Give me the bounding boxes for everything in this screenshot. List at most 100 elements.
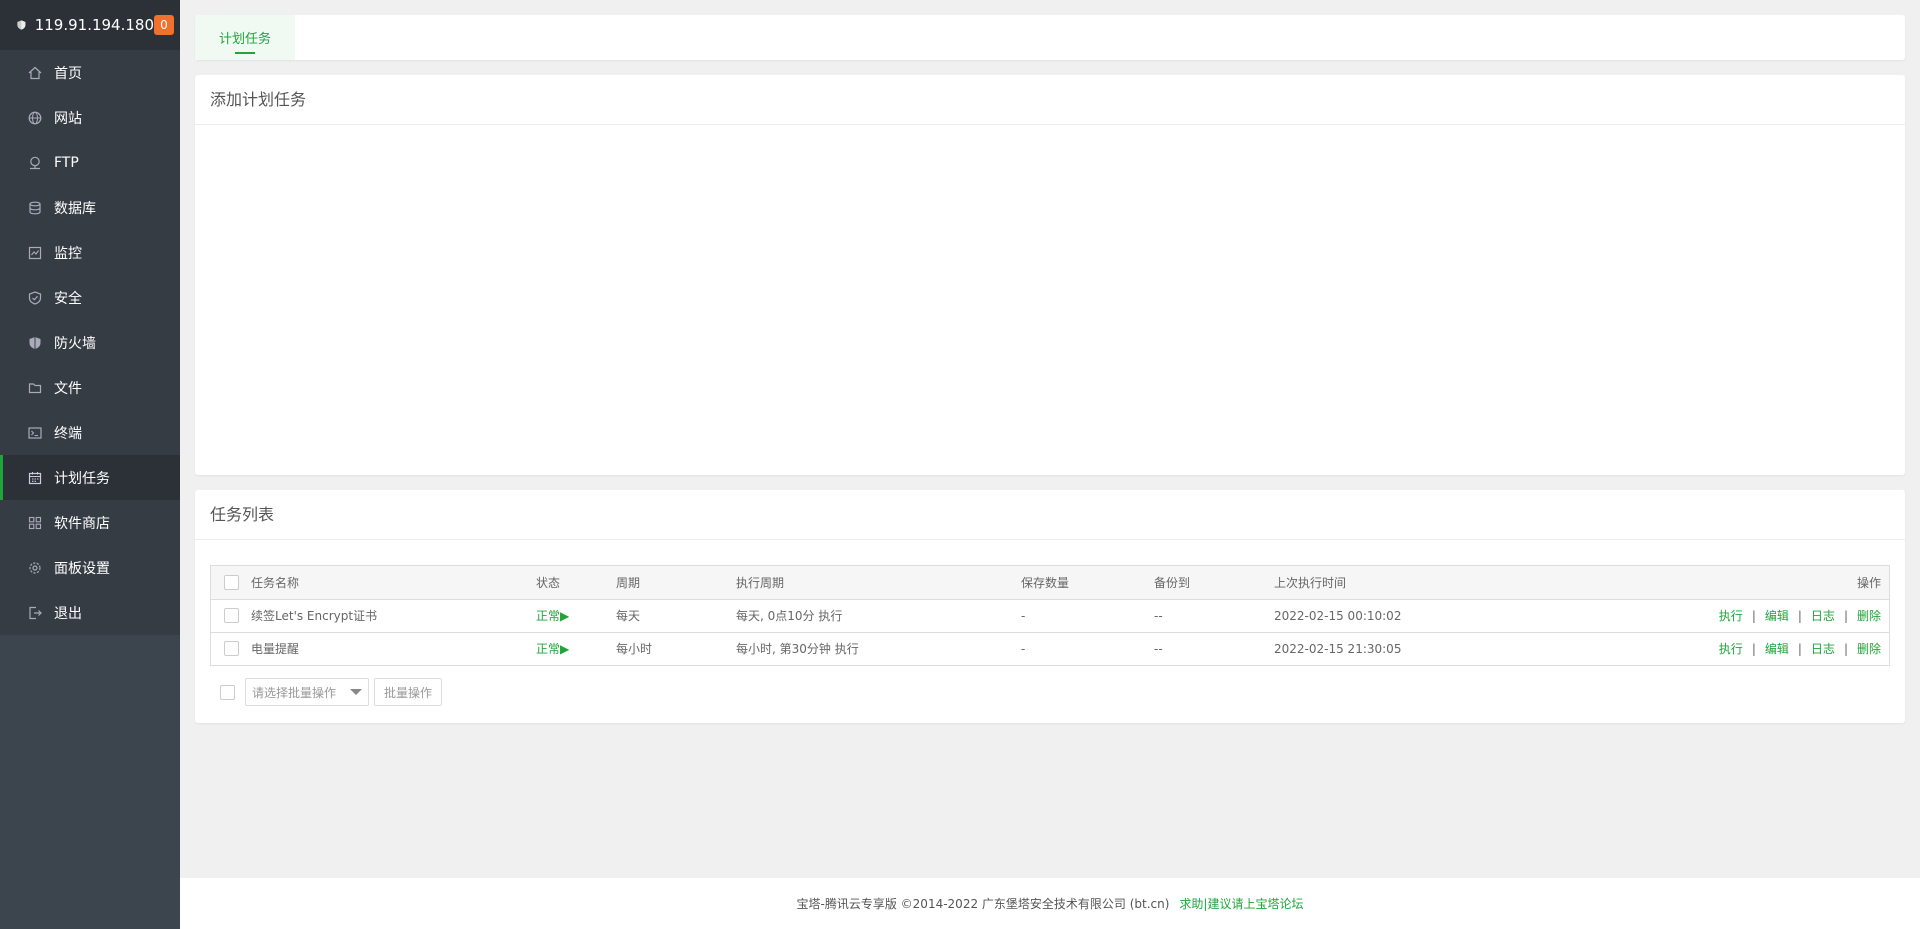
task-period: 每小时 [616, 642, 653, 657]
tab-cron[interactable]: 计划任务 [195, 15, 295, 60]
sidebar-item-store[interactable]: 软件商店 [0, 500, 180, 545]
tab-active-indicator [235, 52, 255, 54]
sidebar-item-label: 安全 [54, 290, 82, 307]
sidebar-item-label: 面板设置 [54, 560, 110, 577]
sidebar-item-label: FTP [54, 154, 79, 171]
footer-forum-link[interactable]: 求助|建议请上宝塔论坛 [1179, 895, 1303, 912]
sidebar-item-label: 首页 [54, 65, 82, 82]
main-content: 计划任务 添加计划任务 任务列表 任务名称 状态 周期 执行周期 保存数量 备份… [180, 0, 1920, 929]
row-checkbox[interactable] [223, 641, 239, 657]
select-all-cell [211, 566, 251, 600]
logout-icon [28, 606, 42, 620]
col-header-name: 任务名称 [251, 566, 536, 600]
tab-bar: 计划任务 [195, 15, 1905, 60]
task-list-panel: 任务列表 任务名称 状态 周期 执行周期 保存数量 备份到 上次执行时间 操作 [195, 490, 1905, 723]
database-icon [28, 201, 42, 215]
gear-icon [28, 561, 42, 575]
task-list-title: 任务列表 [195, 490, 1905, 540]
notification-badge[interactable]: 0 [154, 15, 174, 35]
footer: 宝塔-腾讯云专享版 ©2014-2022 广东堡塔安全技术有限公司 (bt.cn… [180, 878, 1920, 929]
col-header-ops: 操作 [1524, 566, 1889, 600]
separator: | [1797, 642, 1802, 657]
delete-link[interactable]: 删除 [1857, 609, 1881, 623]
sidebar-item-monitor[interactable]: 监控 [0, 230, 180, 275]
batch-operation-button[interactable]: 批量操作 [374, 678, 443, 706]
table-row: 电量提醒 正常▶ 每小时 每小时, 第30分钟 执行 - -- 2022-02-… [211, 632, 1889, 665]
edit-link[interactable]: 编辑 [1765, 642, 1789, 656]
server-ip: 119.91.194.180 [34, 16, 154, 34]
chevron-down-icon [350, 689, 362, 695]
home-icon [28, 66, 42, 80]
monitor-icon [28, 246, 42, 260]
log-link[interactable]: 日志 [1811, 609, 1835, 623]
run-link[interactable]: 执行 [1719, 609, 1743, 623]
task-backup: -- [1154, 599, 1274, 633]
batch-operation-select[interactable]: 请选择批量操作 [245, 678, 369, 706]
add-task-panel: 添加计划任务 [195, 75, 1905, 475]
separator: | [1843, 642, 1848, 657]
folder-icon [28, 381, 42, 395]
col-header-backup: 备份到 [1154, 566, 1274, 600]
footer-copyright: 宝塔-腾讯云专享版 ©2014-2022 广东堡塔安全技术有限公司 (bt.cn… [796, 897, 1170, 911]
shield-icon [17, 20, 26, 30]
row-checkbox-cell [211, 599, 251, 633]
sidebar-item-logout[interactable]: 退出 [0, 590, 180, 635]
sidebar-item-label: 软件商店 [54, 515, 110, 532]
sidebar-item-label: 网站 [54, 110, 82, 127]
batch-select-all-checkbox[interactable] [220, 684, 235, 700]
row-checkbox[interactable] [223, 608, 239, 623]
task-last-run: 2022-02-15 00:10:02 [1274, 599, 1524, 633]
sidebar-item-cron[interactable]: 计划任务 [0, 455, 180, 500]
row-checkbox-cell [211, 632, 251, 665]
delete-link[interactable]: 删除 [1857, 642, 1881, 656]
task-name: 电量提醒 [251, 642, 300, 657]
sidebar-item-files[interactable]: 文件 [0, 365, 180, 410]
tab-label: 计划任务 [218, 32, 271, 47]
task-table: 任务名称 状态 周期 执行周期 保存数量 备份到 上次执行时间 操作 续签Let… [210, 565, 1890, 666]
sidebar-item-terminal[interactable]: 终端 [0, 410, 180, 455]
table-header-row: 任务名称 状态 周期 执行周期 保存数量 备份到 上次执行时间 操作 [211, 566, 1889, 600]
sidebar-item-settings[interactable]: 面板设置 [0, 545, 180, 590]
task-period: 每天 [616, 599, 736, 633]
add-task-title: 添加计划任务 [195, 75, 1905, 125]
sidebar-item-label: 数据库 [54, 200, 96, 217]
edit-link[interactable]: 编辑 [1765, 609, 1789, 623]
apps-icon [28, 516, 42, 530]
calendar-icon [28, 471, 42, 485]
task-status[interactable]: 正常▶ [536, 632, 616, 665]
terminal-icon [28, 426, 42, 440]
batch-select-placeholder: 请选择批量操作 [252, 685, 337, 700]
select-all-checkbox[interactable] [223, 574, 239, 590]
task-ops: 执行 | 编辑 | 日志 | 删除 [1524, 632, 1889, 665]
separator: | [1843, 609, 1848, 623]
task-backup: -- [1154, 641, 1163, 656]
col-header-status: 状态 [536, 566, 616, 600]
sidebar-item-security[interactable]: 安全 [0, 275, 180, 320]
separator: | [1751, 609, 1756, 623]
sidebar-item-label: 终端 [54, 425, 82, 442]
sidebar-item-label: 监控 [54, 245, 82, 262]
task-ops: 执行 | 编辑 | 日志 | 删除 [1524, 599, 1889, 633]
sidebar-item-website[interactable]: 网站 [0, 95, 180, 140]
run-link[interactable]: 执行 [1719, 642, 1743, 656]
sidebar-item-firewall[interactable]: 防火墙 [0, 320, 180, 365]
sidebar: 119.91.194.180 0 首页 网站 FTP 数据库 监控 安全 防火墙… [0, 0, 180, 929]
sidebar-item-label: 文件 [54, 380, 82, 397]
sidebar-item-ftp[interactable]: FTP [0, 140, 180, 185]
task-name: 续签Let's Encrypt证书 [251, 599, 536, 633]
task-exec: 每小时, 第30分钟 执行 [736, 642, 859, 657]
task-exec: 每天, 0点10分 执行 [736, 599, 1021, 633]
table-row: 续签Let's Encrypt证书 正常▶ 每天 每天, 0点10分 执行 - … [211, 599, 1889, 633]
task-save: - [1021, 599, 1154, 633]
batch-bar: 请选择批量操作 批量操作 [210, 678, 443, 706]
firewall-icon [28, 336, 42, 350]
task-status[interactable]: 正常▶ [536, 599, 616, 633]
log-link[interactable]: 日志 [1811, 642, 1835, 656]
sidebar-item-label: 退出 [54, 605, 82, 622]
col-header-save: 保存数量 [1021, 566, 1154, 600]
sidebar-item-database[interactable]: 数据库 [0, 185, 180, 230]
sidebar-item-home[interactable]: 首页 [0, 50, 180, 95]
col-header-last: 上次执行时间 [1274, 566, 1524, 600]
task-save: - [1021, 641, 1026, 656]
sidebar-item-label: 计划任务 [54, 470, 110, 487]
